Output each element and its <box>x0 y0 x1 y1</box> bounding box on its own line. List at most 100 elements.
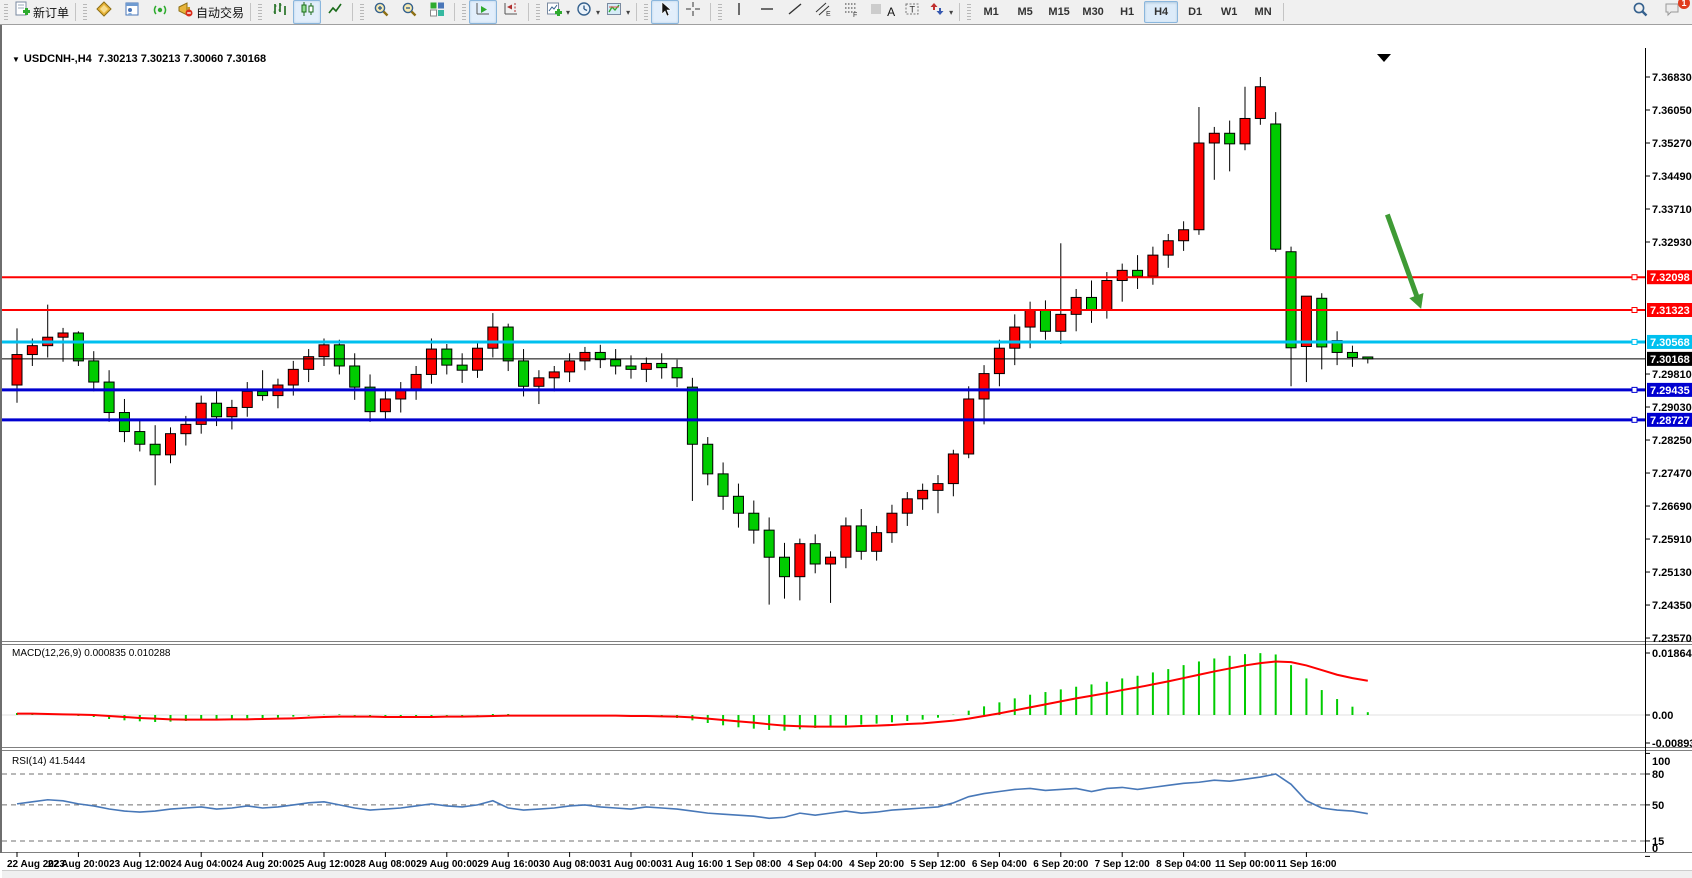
cursor-button[interactable] <box>651 0 679 24</box>
candle <box>1056 243 1066 344</box>
toolbar-separator <box>454 3 455 21</box>
crosshair-button[interactable] <box>679 0 707 24</box>
svg-text:80: 80 <box>1652 769 1664 781</box>
toolbar-grip[interactable] <box>967 4 971 20</box>
toolbar-separator <box>75 3 76 21</box>
toolbar-grip[interactable] <box>83 4 87 20</box>
candle <box>749 501 759 544</box>
channel-button[interactable]: E <box>809 0 837 24</box>
zoom-in-button[interactable] <box>367 0 395 24</box>
timeframe-m15-button[interactable]: M15 <box>1042 1 1076 23</box>
auto-scroll-button[interactable] <box>469 0 497 24</box>
timeframe-mn-button[interactable]: MN <box>1246 1 1280 23</box>
navigator-button[interactable] <box>146 0 174 24</box>
timeframe-d1-button[interactable]: D1 <box>1178 1 1212 23</box>
new-order-icon <box>14 1 31 23</box>
new-chart-button[interactable]: ▾ <box>543 0 573 24</box>
autotrade-label: 自动交易 <box>196 4 244 21</box>
timeframe-m1-button[interactable]: M1 <box>974 1 1008 23</box>
candle <box>810 534 820 573</box>
new-chart-dropdown-caret[interactable]: ▾ <box>566 8 570 17</box>
new-order-button[interactable]: 新订单 <box>11 0 72 24</box>
arrows-dropdown-caret[interactable]: ▾ <box>949 8 953 17</box>
candle <box>549 366 559 391</box>
market-watch-icon <box>96 1 113 23</box>
horizontal-line-7.32098[interactable]: 7.32098 <box>2 270 1692 284</box>
chart-shift-button[interactable] <box>497 0 525 24</box>
chart-line-button[interactable] <box>321 0 349 24</box>
period-button[interactable]: ▾ <box>573 0 603 24</box>
time-axis: 22 Aug 202322 Aug 20:0023 Aug 12:0024 Au… <box>7 852 1337 870</box>
candle <box>718 462 728 509</box>
svg-text:7.35270: 7.35270 <box>1652 138 1692 150</box>
search-button[interactable] <box>1626 0 1654 24</box>
toolbar-grip[interactable] <box>360 4 364 20</box>
toolbar-grip[interactable] <box>4 4 8 20</box>
text-label-button[interactable]: T <box>898 0 926 24</box>
svg-text:7.29810: 7.29810 <box>1652 369 1692 381</box>
candle <box>350 353 360 400</box>
navigator-icon <box>152 1 169 23</box>
chart-shift-marker[interactable] <box>1377 54 1391 62</box>
drawn-arrow-annotation[interactable] <box>1387 215 1423 309</box>
text-a-button[interactable]: A <box>865 0 898 24</box>
hline-button[interactable] <box>753 0 781 24</box>
candle <box>1317 293 1327 369</box>
trendline-button[interactable] <box>781 0 809 24</box>
chat-button[interactable]: 1 <box>1658 0 1686 24</box>
zoom-out-button[interactable] <box>395 0 423 24</box>
timeframe-m5-button[interactable]: M5 <box>1008 1 1042 23</box>
main-toolbar: 新订单 自动交易 ▾ ▾ ▾ EFA T ▾ M1M5M15M30H1H4D1W1MN 1 <box>0 0 1692 25</box>
svg-text:0: 0 <box>1652 843 1658 855</box>
toolbar-grip[interactable] <box>258 4 262 20</box>
toolbar-grip[interactable] <box>462 4 466 20</box>
timeframe-h4-button[interactable]: H4 <box>1144 1 1178 23</box>
autotrade-button[interactable]: 自动交易 <box>174 0 247 24</box>
svg-text:T: T <box>909 5 915 15</box>
candle <box>780 543 790 599</box>
candle <box>795 539 805 601</box>
horizontal-line-7.31323[interactable]: 7.31323 <box>2 303 1692 317</box>
template-dropdown-caret[interactable]: ▾ <box>626 8 630 17</box>
svg-text:7.29030: 7.29030 <box>1652 402 1692 414</box>
fibonacci-button[interactable]: F <box>837 0 865 24</box>
toolbar-grip[interactable] <box>644 4 648 20</box>
time-label: 24 Aug 04:00 <box>171 859 233 870</box>
arrows-button[interactable]: ▾ <box>926 0 956 24</box>
svg-text:7.32930: 7.32930 <box>1652 237 1692 249</box>
data-window-icon <box>124 1 141 23</box>
time-label: 31 Aug 00:00 <box>600 859 662 870</box>
candle <box>979 365 989 424</box>
svg-text:-0.008934: -0.008934 <box>1652 738 1692 750</box>
horizontal-line-7.30568[interactable]: 7.30568 <box>2 335 1692 349</box>
horizontal-line-7.30168[interactable]: 7.30168 <box>2 352 1692 366</box>
chart-candles-button[interactable] <box>293 0 321 24</box>
crosshair-icon <box>685 1 702 23</box>
toolbar-grip[interactable] <box>718 4 722 20</box>
chart-menu-collapse-icon[interactable]: ▼ <box>12 55 20 64</box>
timeframe-h1-button[interactable]: H1 <box>1110 1 1144 23</box>
vline-button[interactable] <box>725 0 753 24</box>
candle <box>1240 87 1250 150</box>
data-window-button[interactable] <box>118 0 146 24</box>
vline-icon <box>731 1 748 23</box>
timeframe-m30-button[interactable]: M30 <box>1076 1 1110 23</box>
candle <box>565 353 575 382</box>
candle <box>150 425 160 485</box>
chart-bars-button[interactable] <box>265 0 293 24</box>
candle <box>1148 247 1158 285</box>
horizontal-line-7.28727[interactable]: 7.28727 <box>2 413 1692 427</box>
toolbar-grip[interactable] <box>536 4 540 20</box>
template-button[interactable]: ▾ <box>603 0 633 24</box>
time-label: 11 Sep 00:00 <box>1215 859 1275 870</box>
template-icon <box>606 1 623 23</box>
tile-windows-button[interactable] <box>423 0 451 24</box>
timeframe-w1-button[interactable]: W1 <box>1212 1 1246 23</box>
chart-candles-icon <box>299 1 316 23</box>
svg-text:50: 50 <box>1652 800 1664 812</box>
time-label: 30 Aug 08:00 <box>539 859 601 870</box>
time-label: 24 Aug 20:00 <box>232 859 294 870</box>
period-dropdown-caret[interactable]: ▾ <box>596 8 600 17</box>
horizontal-line-7.29435[interactable]: 7.29435 <box>2 383 1692 397</box>
market-watch-button[interactable] <box>90 0 118 24</box>
